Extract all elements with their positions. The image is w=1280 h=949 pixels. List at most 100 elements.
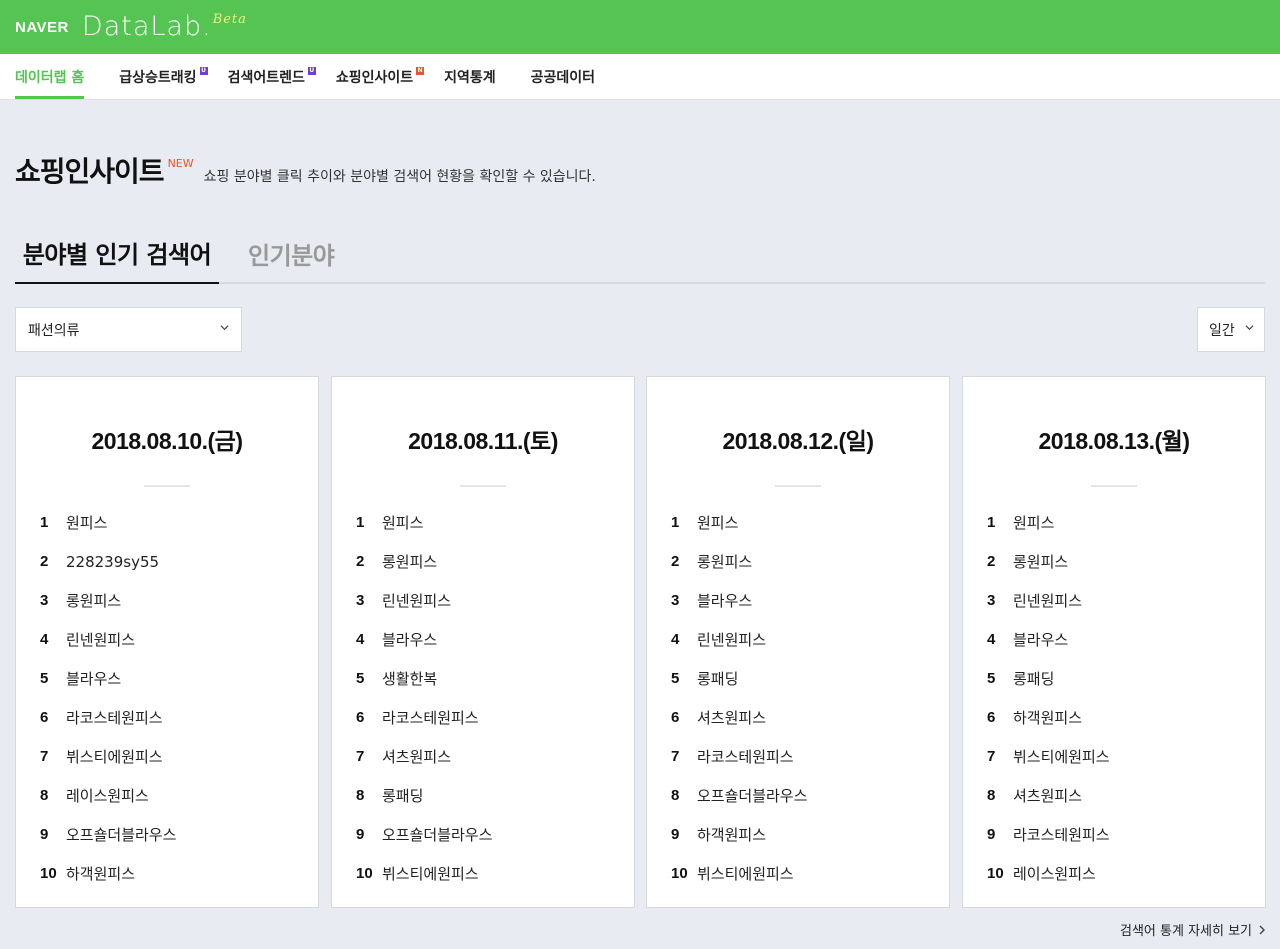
- keyword-link[interactable]: 뷔스티에원피스: [697, 863, 794, 884]
- keyword-link[interactable]: 생활한복: [382, 668, 437, 689]
- list-item[interactable]: 7 뷔스티에원피스: [40, 737, 176, 776]
- keyword-link[interactable]: 라코스테원피스: [1013, 824, 1110, 845]
- keyword-link[interactable]: 원피스: [697, 512, 738, 533]
- list-item[interactable]: 6 셔츠원피스: [671, 698, 807, 737]
- list-item[interactable]: 6 라코스테원피스: [40, 698, 176, 737]
- keyword-link[interactable]: 하객원피스: [1013, 707, 1082, 728]
- keyword-link[interactable]: 블라우스: [66, 668, 121, 689]
- keyword-link[interactable]: 레이스원피스: [66, 785, 149, 806]
- nav-item-shopping-insight[interactable]: 쇼핑인사이트 N: [335, 54, 425, 99]
- keyword-link[interactable]: 린넨원피스: [66, 629, 135, 650]
- keyword-link[interactable]: 셔츠원피스: [382, 746, 451, 767]
- keyword-link[interactable]: 레이스원피스: [1013, 863, 1096, 884]
- list-item[interactable]: 1 원피스: [40, 503, 176, 542]
- rank-number: 4: [356, 631, 365, 648]
- naver-logo[interactable]: NAVER: [15, 19, 69, 36]
- card-date: 2018.08.13.(월): [1038, 428, 1190, 454]
- list-item[interactable]: 1 원피스: [987, 503, 1110, 542]
- list-item[interactable]: 3 린넨원피스: [356, 581, 492, 620]
- list-item[interactable]: 9 라코스테원피스: [987, 815, 1110, 854]
- nav-item-public-data[interactable]: 공공데이터: [531, 54, 595, 99]
- list-item[interactable]: 9 하객원피스: [671, 815, 807, 854]
- list-item[interactable]: 8 오프숄더블라우스: [671, 776, 807, 815]
- list-item[interactable]: 5 롱패딩: [987, 659, 1110, 698]
- keyword-link[interactable]: 셔츠원피스: [697, 707, 766, 728]
- keyword-stats-detail-link[interactable]: 검색어 통계 자세히 보기: [1120, 920, 1266, 939]
- list-item[interactable]: 10 하객원피스: [40, 854, 176, 893]
- keyword-link[interactable]: 롱패딩: [1013, 668, 1054, 689]
- keyword-link[interactable]: 하객원피스: [66, 863, 135, 884]
- nav-item-rising-tracking[interactable]: 급상승트래킹 U: [119, 54, 208, 99]
- keyword-link[interactable]: 228239sy55: [66, 553, 159, 571]
- category-select[interactable]: 패션의류: [15, 307, 242, 352]
- list-item[interactable]: 5 생활한복: [356, 659, 492, 698]
- keyword-link[interactable]: 오프숄더블라우스: [697, 785, 807, 806]
- keyword-link[interactable]: 블라우스: [697, 590, 752, 611]
- keyword-link[interactable]: 롱원피스: [382, 551, 437, 572]
- tab-category-keywords[interactable]: 분야별 인기 검색어: [15, 222, 219, 284]
- keyword-link[interactable]: 블라우스: [1013, 629, 1068, 650]
- keyword-link[interactable]: 하객원피스: [697, 824, 766, 845]
- keyword-link[interactable]: 블라우스: [382, 629, 437, 650]
- list-item[interactable]: 8 셔츠원피스: [987, 776, 1110, 815]
- keyword-link[interactable]: 셔츠원피스: [1013, 785, 1082, 806]
- nav-item-datalab-home[interactable]: 데이터랩 홈: [15, 54, 85, 99]
- datalab-logo[interactable]: DataLab.Beta: [82, 11, 247, 42]
- keyword-link[interactable]: 라코스테원피스: [66, 707, 163, 728]
- keyword-link[interactable]: 오프숄더블라우스: [66, 824, 176, 845]
- list-item[interactable]: 2 롱원피스: [356, 542, 492, 581]
- keyword-link[interactable]: 라코스테원피스: [697, 746, 794, 767]
- rank-number: 7: [671, 748, 680, 765]
- keyword-link[interactable]: 원피스: [382, 512, 423, 533]
- rank-number: 2: [356, 553, 365, 570]
- list-item[interactable]: 5 롱패딩: [671, 659, 807, 698]
- list-item[interactable]: 1 원피스: [356, 503, 492, 542]
- list-item[interactable]: 4 블라우스: [356, 620, 492, 659]
- list-item[interactable]: 4 린넨원피스: [40, 620, 176, 659]
- keyword-link[interactable]: 롱원피스: [66, 590, 121, 611]
- list-item[interactable]: 5 블라우스: [40, 659, 176, 698]
- list-item[interactable]: 4 블라우스: [987, 620, 1110, 659]
- list-item[interactable]: 3 린넨원피스: [987, 581, 1110, 620]
- list-item[interactable]: 9 오프숄더블라우스: [40, 815, 176, 854]
- list-item[interactable]: 3 블라우스: [671, 581, 807, 620]
- nav-item-search-trend[interactable]: 검색어트렌드 U: [228, 54, 316, 99]
- list-item[interactable]: 10 뷔스티에원피스: [356, 854, 492, 893]
- keyword-link[interactable]: 롱원피스: [697, 551, 752, 572]
- keyword-link[interactable]: 뷔스티에원피스: [382, 863, 479, 884]
- list-item[interactable]: 4 린넨원피스: [671, 620, 807, 659]
- list-item[interactable]: 7 뷔스티에원피스: [987, 737, 1110, 776]
- list-item[interactable]: 9 오프숄더블라우스: [356, 815, 492, 854]
- list-item[interactable]: 7 라코스테원피스: [671, 737, 807, 776]
- keyword-link[interactable]: 오프숄더블라우스: [382, 824, 492, 845]
- tab-popular-categories[interactable]: 인기분야: [248, 222, 335, 284]
- keyword-link[interactable]: 뷔스티에원피스: [66, 746, 163, 767]
- list-item[interactable]: 2 롱원피스: [671, 542, 807, 581]
- nav-item-regional-stats[interactable]: 지역통계: [444, 54, 496, 99]
- list-item[interactable]: 6 라코스테원피스: [356, 698, 492, 737]
- list-item[interactable]: 6 하객원피스: [987, 698, 1110, 737]
- list-item[interactable]: 2 228239sy55: [40, 542, 176, 581]
- keyword-link[interactable]: 린넨원피스: [382, 590, 451, 611]
- period-select[interactable]: 일간: [1197, 307, 1265, 352]
- list-item[interactable]: 8 레이스원피스: [40, 776, 176, 815]
- keyword-link[interactable]: 롱패딩: [697, 668, 738, 689]
- rank-number: 8: [987, 787, 996, 804]
- list-item[interactable]: 10 레이스원피스: [987, 854, 1110, 893]
- keyword-link[interactable]: 롱원피스: [1013, 551, 1068, 572]
- keyword-link[interactable]: 원피스: [1013, 512, 1054, 533]
- list-item[interactable]: 3 롱원피스: [40, 581, 176, 620]
- keyword-link[interactable]: 원피스: [66, 512, 107, 533]
- keyword-link[interactable]: 라코스테원피스: [382, 707, 479, 728]
- list-item[interactable]: 1 원피스: [671, 503, 807, 542]
- keyword-link[interactable]: 뷔스티에원피스: [1013, 746, 1110, 767]
- keyword-link[interactable]: 롱패딩: [382, 785, 423, 806]
- list-item[interactable]: 7 셔츠원피스: [356, 737, 492, 776]
- rank-number: 2: [987, 553, 996, 570]
- keyword-link[interactable]: 린넨원피스: [697, 629, 766, 650]
- keyword-link[interactable]: 린넨원피스: [1013, 590, 1082, 611]
- list-item[interactable]: 8 롱패딩: [356, 776, 492, 815]
- nav-item-label: 쇼핑인사이트: [335, 69, 414, 86]
- list-item[interactable]: 10 뷔스티에원피스: [671, 854, 807, 893]
- list-item[interactable]: 2 롱원피스: [987, 542, 1110, 581]
